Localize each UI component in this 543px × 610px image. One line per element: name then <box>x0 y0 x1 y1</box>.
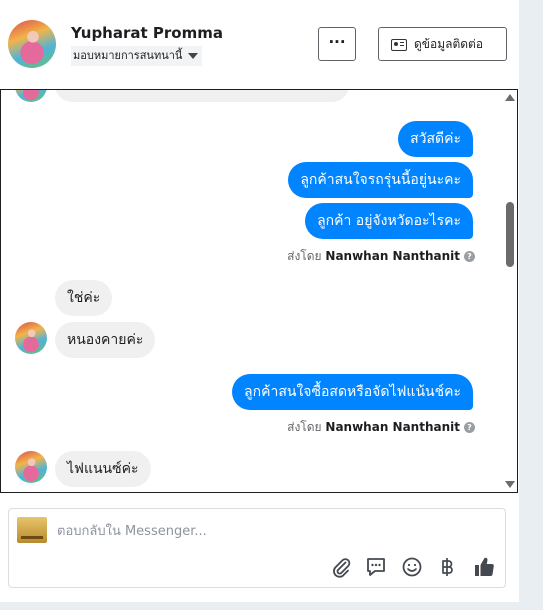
page-logo <box>17 517 47 543</box>
view-contact-label: ดูข้อมูลติดต่อ <box>414 37 484 51</box>
message-incoming: หนองคายค่ะ <box>55 322 156 358</box>
attachment-icon[interactable] <box>329 555 353 579</box>
customer-avatar[interactable] <box>8 20 56 68</box>
conversation-header: Yupharat Promma มอบหมายการสนทนานี้ ··· ด… <box>0 0 519 90</box>
saved-reply-icon[interactable] <box>364 555 388 579</box>
thread-scrollbar[interactable] <box>502 90 517 492</box>
customer-avatar-small <box>15 322 47 354</box>
sent-by-label: ส่งโดย Nanwhan Nanthanit? <box>287 418 475 437</box>
more-options-button[interactable]: ··· <box>318 27 356 61</box>
scrollbar-thumb[interactable] <box>506 202 514 267</box>
scroll-up-arrow-icon[interactable] <box>505 94 515 101</box>
view-contact-button[interactable]: ดูข้อมูลติดต่อ <box>378 27 507 61</box>
reply-input[interactable] <box>57 521 477 541</box>
assign-conversation-dropdown[interactable]: มอบหมายการสนทนานี้ <box>71 46 203 66</box>
emoji-icon[interactable] <box>400 555 424 579</box>
sent-by-label: ส่งโดย Nanwhan Nanthanit? <box>287 247 475 266</box>
message-thread[interactable]: สวัสดีค่ะ ลูกค้าสนใจรถรุ่นนี้อยู่นะคะ ลู… <box>0 89 518 493</box>
baht-icon[interactable] <box>435 555 459 579</box>
scroll-down-arrow-icon[interactable] <box>505 481 515 488</box>
message-outgoing: ลูกค้าสนใจซื้อสดหรือจัดไฟแน้นช์คะ <box>232 374 473 410</box>
message-outgoing: สวัสดีค่ะ <box>398 121 473 157</box>
customer-avatar-small <box>15 451 47 483</box>
reply-composer <box>8 508 506 588</box>
help-icon[interactable]: ? <box>464 251 475 262</box>
customer-name[interactable]: Yupharat Promma <box>71 24 223 42</box>
message-incoming: ใช่ค่ะ <box>55 280 113 316</box>
help-icon[interactable]: ? <box>464 422 475 433</box>
assign-label: มอบหมายการสนทนานี้ <box>73 49 183 62</box>
message-incoming-partial <box>55 90 349 102</box>
conversation-panel: Yupharat Promma มอบหมายการสนทนานี้ ··· ด… <box>0 0 519 602</box>
contact-card-icon <box>391 38 407 51</box>
thumbs-up-icon[interactable] <box>472 555 496 579</box>
message-outgoing: ลูกค้า อยู่จังหวัดอะไรคะ <box>305 203 473 239</box>
customer-avatar-small <box>15 90 47 102</box>
message-outgoing: ลูกค้าสนใจรถรุ่นนี้อยู่นะคะ <box>288 162 473 198</box>
caret-down-icon <box>188 53 199 59</box>
message-incoming: ไฟแนนซ์ค่ะ <box>55 451 151 487</box>
